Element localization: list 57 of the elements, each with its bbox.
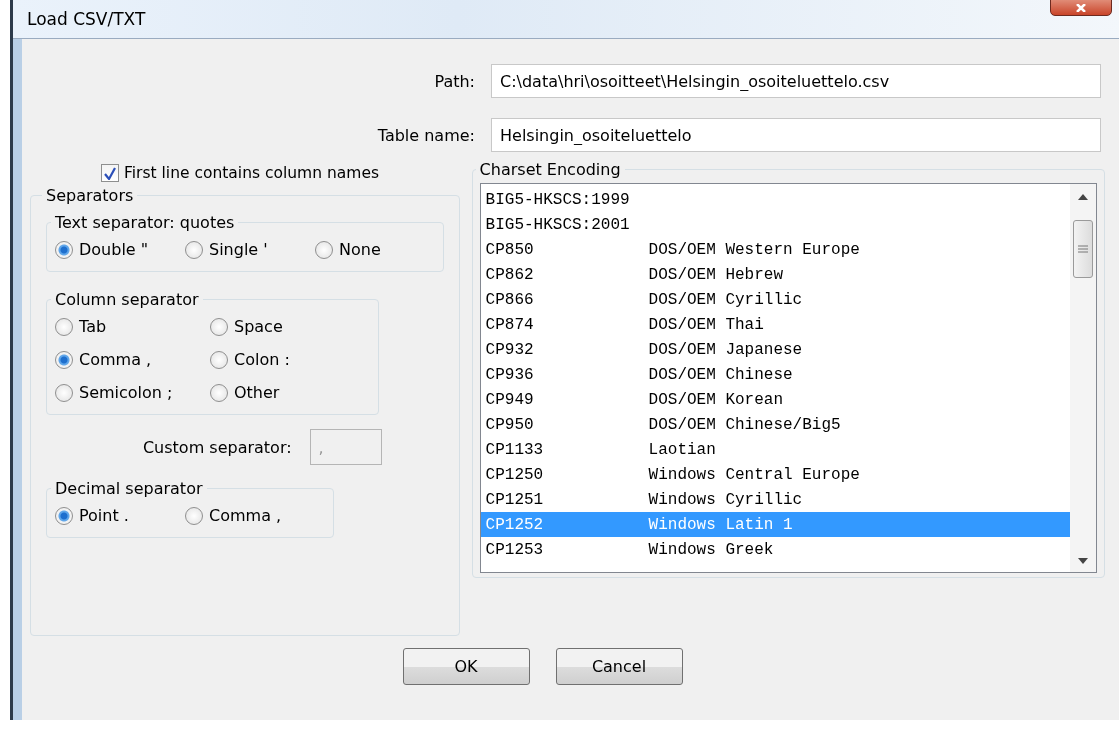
group-title: Decimal separator [54,479,204,498]
radio-button[interactable] [210,350,228,369]
path-field[interactable]: C:\data\hri\osoitteet\Helsingin_osoiteluettelo.csv [491,64,1101,98]
radio-button[interactable] [55,350,73,369]
list-item[interactable]: CP866 DOS/OEM Cyrillic [480,287,1070,312]
dialog-button[interactable]: Cancel [555,648,683,685]
group-title: Text separator: quotes [54,213,236,232]
table-name-field[interactable]: Helsingin_osoiteluettelo [491,118,1101,152]
window-title: Load CSV/TXT [27,9,146,29]
radio-label: Other [234,383,280,402]
group-title: Charset Encoding [478,160,622,179]
radio-button[interactable] [185,506,203,525]
scroll-thumb[interactable] [1073,220,1093,278]
list-item[interactable]: CP874 DOS/OEM Thai [480,312,1070,337]
checkbox[interactable] [101,164,119,182]
radio-label: Semicolon ; [79,383,173,402]
radio-label: Colon : [234,350,290,369]
checkbox-label: First line contains column names [124,164,379,182]
radio-button[interactable] [210,317,228,336]
table-name-label: Table name: [376,125,475,145]
list-item[interactable]: CP850 DOS/OEM Western Europe [480,237,1070,262]
list-item[interactable]: CP1251 Windows Cyrillic [480,487,1070,512]
list-item[interactable]: CP862 DOS/OEM Hebrew [480,262,1070,287]
list-item[interactable]: CP1133 Laotian [480,437,1070,462]
radio-label: Tab [79,317,107,336]
dialog-button[interactable]: OK [402,648,530,685]
list-item[interactable]: CP1250 Windows Central Europe [480,462,1070,487]
radio-button[interactable] [315,240,333,259]
list-item[interactable]: CP950 DOS/OEM Chinese/Big5 [480,412,1070,437]
list-item[interactable]: CP1253 Windows Greek [480,537,1070,562]
scrollbar[interactable] [1070,184,1096,572]
scroll-down-icon[interactable] [1078,558,1088,564]
radio-button[interactable] [55,240,73,259]
radio-button[interactable] [55,506,73,525]
group-title: Column separator [54,290,200,309]
radio-button[interactable] [185,240,203,259]
radio-label: None [339,240,381,259]
group-title: Separators [45,186,135,205]
radio-button[interactable] [55,383,73,402]
list-item[interactable]: BIG5-HKSCS:1999 [480,187,1070,212]
radio-label: Space [234,317,283,336]
radio-label: Comma , [79,350,152,369]
radio-label: Single ' [209,240,268,259]
radio-button[interactable] [210,383,228,402]
list-item[interactable]: CP949 DOS/OEM Korean [480,387,1070,412]
close-icon [1074,4,1088,12]
custom-separator-label: Custom separator: [142,437,292,457]
list-item[interactable]: CP932 DOS/OEM Japanese [480,337,1070,362]
radio-button[interactable] [55,317,73,336]
list-item[interactable]: BIG5-HKSCS:2001 [480,212,1070,237]
list-item[interactable]: CP936 DOS/OEM Chinese [480,362,1070,387]
path-label: Path: [433,71,475,91]
scroll-up-icon[interactable] [1078,194,1088,200]
close-button[interactable] [1050,0,1112,16]
radio-label: Point . [79,506,129,525]
radio-label: Double " [79,240,149,259]
radio-label: Comma , [209,506,282,525]
